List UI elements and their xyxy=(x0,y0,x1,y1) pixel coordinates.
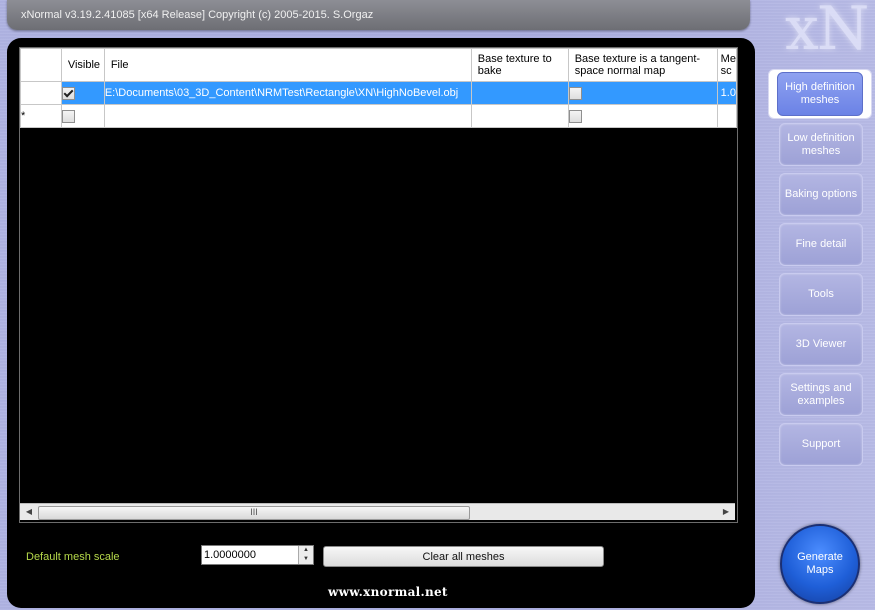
nav-label: Support xyxy=(801,438,841,450)
nav-label: Baking options xyxy=(784,188,858,200)
website-link[interactable]: www.xnormal.net xyxy=(328,585,448,599)
table-row-new[interactable]: * xyxy=(20,104,738,128)
new-row-marker: * xyxy=(20,104,62,128)
file-cell[interactable] xyxy=(103,104,472,128)
tangent-space-cell xyxy=(567,104,718,128)
nav-low-definition-meshes[interactable]: Low definition meshes xyxy=(779,123,863,166)
generate-maps-button[interactable]: Generate Maps xyxy=(780,524,860,604)
nav-tools[interactable]: Tools xyxy=(779,273,863,316)
nav-label: 3D Viewer xyxy=(795,338,847,350)
col-mesh-scale-label: Me sc xyxy=(720,53,736,77)
horizontal-scrollbar[interactable]: ◀ III ▶ xyxy=(20,503,735,520)
nav-label: Tools xyxy=(808,288,834,300)
scroll-left-icon[interactable]: ◀ xyxy=(22,506,36,518)
table-row[interactable]: ▶ E:\Documents\03_3D_Content\NRMTest\Rec… xyxy=(20,81,738,105)
visible-checkbox[interactable] xyxy=(62,109,75,123)
visible-checkbox-cell xyxy=(60,104,105,128)
title-bar: xNormal v3.19.2.41085 [x64 Release] Copy… xyxy=(7,0,750,30)
col-header-mesh-scale[interactable]: Me sc xyxy=(716,48,738,82)
row-header-corner xyxy=(20,48,62,82)
tangent-space-checkbox[interactable] xyxy=(569,109,582,123)
window-title: xNormal v3.19.2.41085 [x64 Release] Copy… xyxy=(21,9,374,21)
col-tangent-space-label: Base texture is a tangent-space normal m… xyxy=(574,53,701,77)
scroll-right-icon[interactable]: ▶ xyxy=(719,506,733,518)
mesh-scale-cell[interactable]: 1.0 xyxy=(716,81,738,105)
col-file-label: File xyxy=(110,59,129,71)
nav-baking-options[interactable]: Baking options xyxy=(779,173,863,216)
mesh-scale-input[interactable] xyxy=(204,547,296,563)
mesh-scale-stepper[interactable]: ▲ ▼ xyxy=(201,545,314,565)
spin-down-icon[interactable]: ▼ xyxy=(298,555,313,564)
file-cell[interactable]: E:\Documents\03_3D_Content\NRMTest\Recta… xyxy=(103,81,472,105)
xnormal-logo: xN xyxy=(785,0,869,64)
nav-label: Low definition meshes xyxy=(787,131,855,157)
base-texture-cell[interactable] xyxy=(470,81,569,105)
header-row: Visible File Base texture to bake Base t… xyxy=(20,48,738,82)
nav-3d-viewer[interactable]: 3D Viewer xyxy=(779,323,863,366)
visible-checkbox-cell xyxy=(60,81,105,105)
nav-support[interactable]: Support xyxy=(779,423,863,466)
col-visible-label: Visible xyxy=(67,59,101,71)
base-texture-cell[interactable] xyxy=(470,104,569,128)
nav-label: Fine detail xyxy=(795,238,847,250)
col-header-tangent-space[interactable]: Base texture is a tangent-space normal m… xyxy=(567,48,718,82)
col-base-texture-label: Base texture to bake xyxy=(477,53,552,77)
mesh-table: Visible File Base texture to bake Base t… xyxy=(20,48,738,128)
generate-maps-label: Generate Maps xyxy=(797,551,843,576)
nav-settings-and-examples[interactable]: Settings and examples xyxy=(779,373,863,416)
row-selector-icon[interactable]: ▶ xyxy=(20,81,62,105)
mesh-grid: Visible File Base texture to bake Base t… xyxy=(19,47,738,523)
scroll-thumb[interactable]: III xyxy=(38,506,470,520)
clear-all-meshes-button[interactable]: Clear all meshes xyxy=(323,546,604,567)
tangent-space-cell xyxy=(567,81,718,105)
visible-checkbox[interactable] xyxy=(62,86,75,100)
tangent-space-checkbox[interactable] xyxy=(569,86,582,100)
mesh-scale-cell[interactable] xyxy=(716,104,738,128)
nav-label: High definition meshes xyxy=(785,81,855,106)
default-mesh-scale-label: Default mesh scale xyxy=(26,551,120,563)
col-header-visible[interactable]: Visible xyxy=(60,48,105,82)
col-header-file[interactable]: File xyxy=(103,48,472,82)
col-header-base-texture[interactable]: Base texture to bake xyxy=(470,48,569,82)
nav-high-definition-meshes[interactable]: High definition meshes xyxy=(768,69,872,119)
nav-label: Settings and examples xyxy=(790,381,852,407)
nav-fine-detail[interactable]: Fine detail xyxy=(779,223,863,266)
